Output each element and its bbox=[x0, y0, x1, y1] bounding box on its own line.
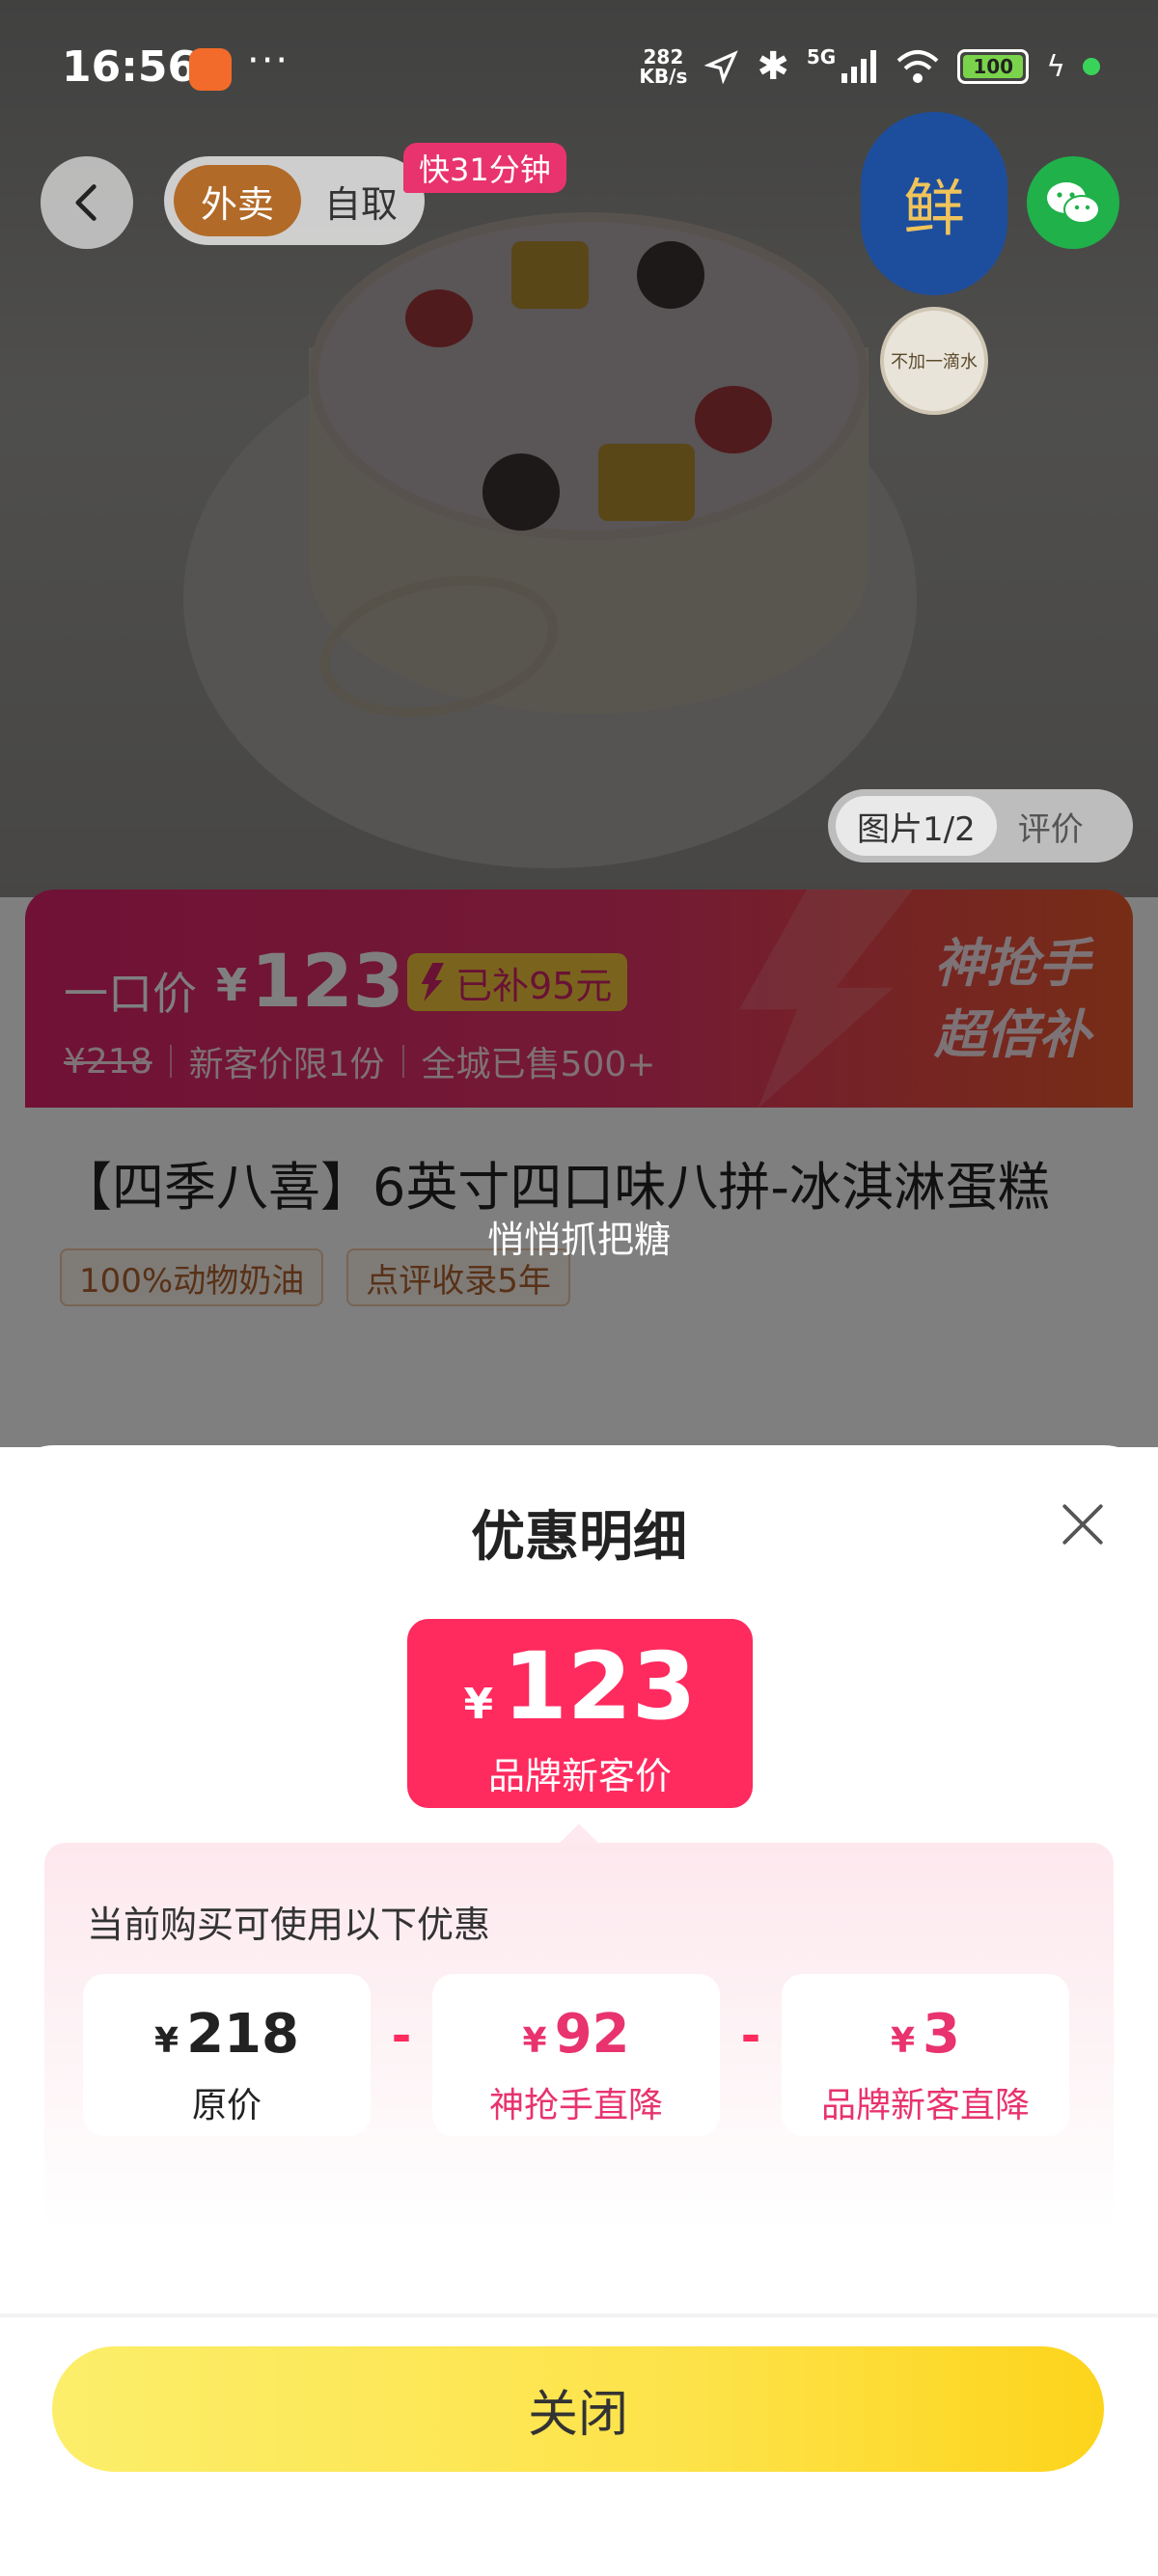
mode-delivery[interactable]: 外卖 bbox=[174, 165, 301, 236]
delivery-mode-switch[interactable]: 外卖 自取 bbox=[164, 156, 425, 245]
more-notifications-icon: ··· bbox=[247, 39, 290, 83]
currency: ¥ bbox=[890, 2021, 916, 2061]
discount-detail-sheet: 优惠明细 ¥123 品牌新客价 当前购买可使用以下优惠 ¥218 原价 - ¥9… bbox=[0, 1445, 1158, 2576]
fast-delivery-badge: 快31分钟 bbox=[403, 143, 566, 193]
no-water-badge: 不加一滴水 bbox=[880, 307, 988, 415]
discount-breakdown: ¥218 原价 - ¥92 神抢手直降 - ¥3 品牌新客直降 bbox=[83, 1974, 1069, 2136]
charging-icon: ϟ bbox=[1046, 49, 1065, 84]
sheet-close-button[interactable] bbox=[1052, 1494, 1114, 1555]
battery-icon: 100 bbox=[957, 49, 1030, 84]
sheet-title: 优惠明细 bbox=[471, 1506, 687, 1569]
final-price-value: 123 bbox=[503, 1632, 697, 1740]
amount: 3 bbox=[923, 2003, 961, 2066]
wechat-share-button[interactable] bbox=[1027, 156, 1119, 249]
app-notification-icon bbox=[189, 48, 232, 91]
discount-value: ¥92 bbox=[432, 2003, 720, 2066]
net-speed-value: 282 bbox=[643, 45, 684, 69]
currency: ¥ bbox=[154, 2021, 179, 2061]
tab-reviews[interactable]: 评价 bbox=[1018, 803, 1084, 850]
wifi-icon bbox=[896, 50, 939, 83]
final-price-currency: ¥ bbox=[463, 1680, 494, 1729]
net-speed: 282 KB/s bbox=[639, 47, 687, 86]
privacy-dot bbox=[1083, 58, 1100, 75]
final-price-label: 品牌新客价 bbox=[487, 1755, 672, 1797]
toast-message: 悄悄抓把糖 bbox=[486, 1219, 671, 1261]
discount-panel: 当前购买可使用以下优惠 ¥218 原价 - ¥92 神抢手直降 - ¥3 品牌新… bbox=[44, 1843, 1114, 2229]
discount-title: 当前购买可使用以下优惠 bbox=[87, 1904, 491, 1946]
discount-label: 神抢手直降 bbox=[488, 2086, 663, 2125]
back-button[interactable] bbox=[41, 156, 133, 249]
image-tabs: 图片1/2 评价 bbox=[828, 789, 1133, 863]
bluetooth-icon: ✱ bbox=[757, 44, 789, 89]
discount-value: ¥218 bbox=[83, 2003, 371, 2066]
discount-item-original: ¥218 原价 bbox=[83, 1974, 371, 2136]
discount-label: 原价 bbox=[191, 2086, 262, 2125]
chevron-left-icon bbox=[75, 184, 96, 221]
minus-sign: - bbox=[740, 2008, 761, 2064]
amount: 92 bbox=[554, 2003, 630, 2066]
status-icons: 282 KB/s ✱ 5G 100 ϟ bbox=[639, 44, 1100, 89]
discount-value: ¥3 bbox=[782, 2003, 1069, 2066]
navigation-icon bbox=[704, 50, 739, 84]
discount-item-new-customer: ¥3 品牌新客直降 bbox=[782, 1974, 1069, 2136]
currency: ¥ bbox=[522, 2021, 547, 2061]
status-bar: 16:56 ··· 282 KB/s ✱ 5G 100 ϟ bbox=[0, 0, 1158, 145]
final-price-card: ¥123 品牌新客价 bbox=[407, 1619, 753, 1808]
mode-pickup[interactable]: 自取 bbox=[324, 175, 398, 228]
net-speed-unit: KB/s bbox=[639, 65, 688, 88]
minus-sign: - bbox=[391, 2008, 412, 2064]
final-price: ¥123 bbox=[407, 1632, 753, 1740]
status-time: 16:56 bbox=[62, 42, 198, 92]
battery-level: 100 bbox=[973, 55, 1014, 78]
signal-label: 5G bbox=[806, 45, 837, 69]
discount-item-flash: ¥92 神抢手直降 bbox=[432, 1974, 720, 2136]
wechat-icon bbox=[1047, 182, 1100, 224]
signal-icon bbox=[841, 50, 877, 83]
amount: 218 bbox=[186, 2003, 299, 2066]
divider bbox=[0, 2314, 1158, 2317]
close-button[interactable]: 关闭 bbox=[52, 2346, 1104, 2472]
close-icon bbox=[1062, 1504, 1103, 1545]
discount-label: 品牌新客直降 bbox=[820, 2086, 1030, 2125]
tab-images[interactable]: 图片1/2 bbox=[836, 796, 997, 856]
